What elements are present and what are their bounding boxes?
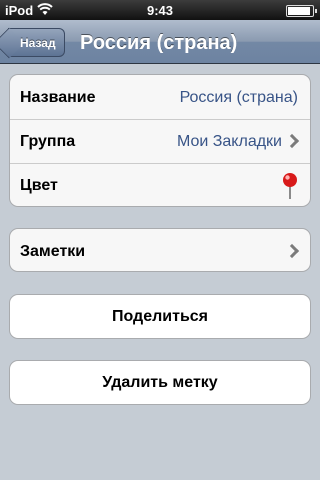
notes-label: Заметки (20, 243, 86, 260)
color-row[interactable]: Цвет (10, 163, 310, 207)
status-bar: iPod 9:43 (0, 0, 320, 20)
bookmark-info-group: Название Россия (страна) Группа Мои Закл… (9, 74, 311, 207)
navigation-bar: Назад Россия (страна) (0, 20, 320, 64)
group-label: Группа (20, 133, 76, 150)
notes-row[interactable]: Заметки (9, 228, 311, 272)
share-button-label: Поделиться (111, 308, 209, 325)
page-title: Россия (страна) (80, 32, 238, 54)
chevron-right-icon (284, 133, 300, 149)
back-button[interactable]: Назад (8, 28, 65, 57)
group-row[interactable]: Группа Мои Закладки (10, 119, 310, 164)
red-pin-icon (283, 173, 297, 199)
chevron-right-icon (284, 243, 300, 259)
name-row[interactable]: Название Россия (страна) (10, 75, 310, 120)
delete-pin-button[interactable]: Удалить метку (9, 360, 311, 405)
name-value: Россия (страна) (179, 89, 298, 106)
color-label: Цвет (20, 177, 58, 194)
share-button[interactable]: Поделиться (9, 294, 311, 339)
group-value: Мои Закладки (176, 133, 282, 150)
delete-button-label: Удалить метку (102, 374, 218, 391)
back-button-label: Назад (20, 36, 56, 50)
name-label: Название (20, 89, 96, 106)
clock: 9:43 (146, 3, 174, 18)
battery-icon (286, 5, 317, 17)
